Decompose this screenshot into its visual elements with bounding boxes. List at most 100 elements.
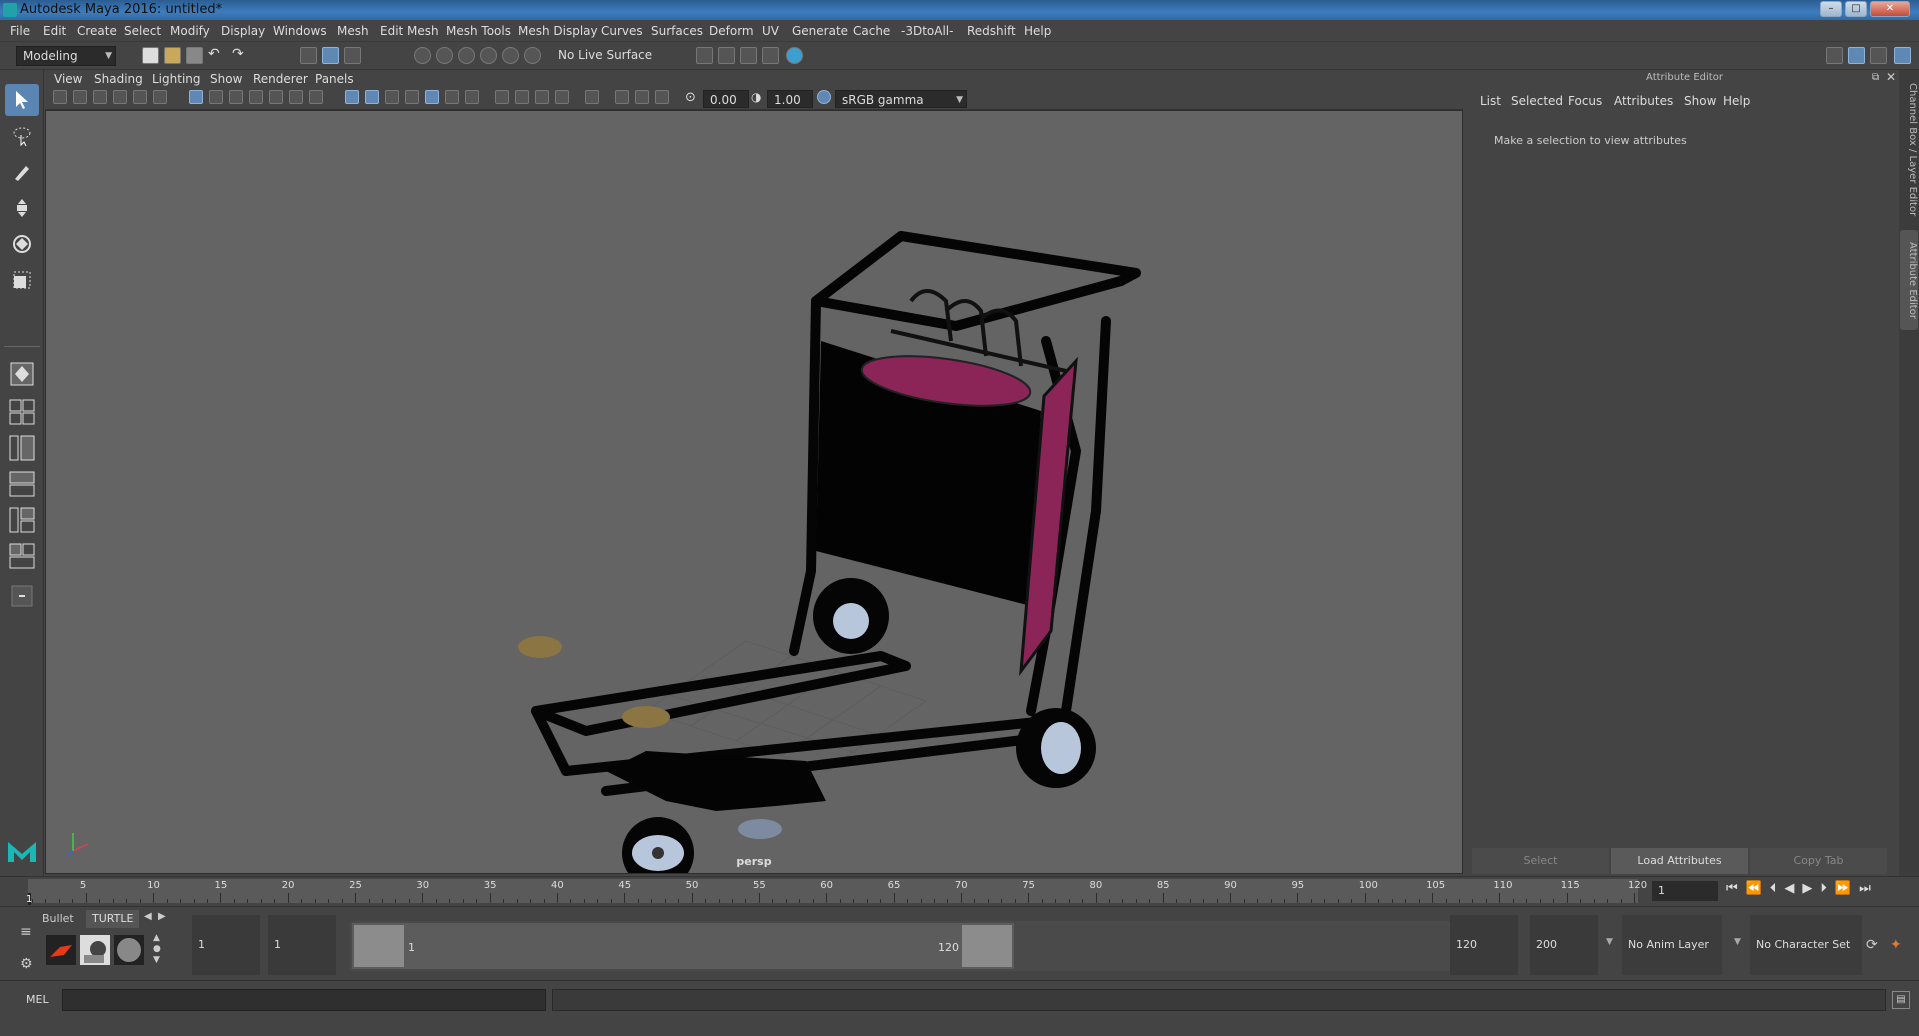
ae-menu-focus[interactable]: Focus (1568, 94, 1602, 108)
image-plane-icon[interactable] (113, 90, 127, 104)
bookmark-icon[interactable] (93, 90, 107, 104)
perspective-viewport[interactable]: persp (45, 110, 1463, 874)
render-setup-icon[interactable] (696, 47, 713, 64)
persp-graph-layout-icon[interactable] (5, 468, 39, 500)
menu-surfaces[interactable]: Surfaces (651, 24, 703, 38)
command-input[interactable] (62, 989, 546, 1011)
menu-modify[interactable]: Modify (170, 24, 210, 38)
node-editor-layout-icon[interactable] (5, 540, 39, 572)
select-object-icon[interactable] (322, 47, 339, 64)
multisample-aa-icon[interactable] (535, 90, 549, 104)
open-scene-icon[interactable] (164, 47, 181, 64)
close-button[interactable]: ✕ (1870, 1, 1910, 17)
use-all-lights-icon[interactable] (445, 90, 459, 104)
snap-curve-icon[interactable] (436, 47, 453, 64)
menu-edit-mesh[interactable]: Edit Mesh (380, 24, 439, 38)
float-panel-icon[interactable]: ⧉ (1872, 72, 1879, 83)
textured-icon[interactable] (425, 90, 439, 104)
step-back-key-icon[interactable]: ⏪ (1746, 881, 1770, 896)
custom-layout-icon[interactable] (5, 580, 39, 612)
safe-action-icon[interactable] (289, 90, 303, 104)
shelf-tab-bullet[interactable]: Bullet (36, 910, 80, 928)
select-tool-icon[interactable] (5, 84, 39, 116)
menu-uv[interactable]: UV (762, 24, 779, 38)
playback-end-field[interactable]: 120 (1450, 915, 1518, 975)
field-chart-icon[interactable] (269, 90, 283, 104)
lasso-tool-icon[interactable] (5, 120, 39, 152)
menu-help[interactable]: Help (1024, 24, 1051, 38)
animation-end-field[interactable]: 200 (1530, 915, 1598, 975)
gate-mask-icon[interactable] (249, 90, 263, 104)
new-scene-icon[interactable] (142, 47, 159, 64)
paint-select-tool-icon[interactable] (5, 156, 39, 188)
grease-pencil-icon[interactable] (153, 90, 167, 104)
render-view-icon[interactable] (718, 47, 735, 64)
depth-of-field-icon[interactable] (555, 90, 569, 104)
scale-tool-icon[interactable] (5, 264, 39, 296)
undo-icon[interactable]: ↶ (208, 46, 220, 62)
menu-mesh-display[interactable]: Mesh Display (518, 24, 598, 38)
copy-tab-button[interactable]: Copy Tab (1750, 848, 1887, 874)
live-surface-field[interactable]: No Live Surface (552, 46, 654, 66)
auto-key-icon[interactable]: ⟳ (1866, 937, 1878, 953)
ipr-render-icon[interactable] (740, 47, 757, 64)
hypershade-layout-icon[interactable] (5, 504, 39, 536)
wireframe-on-shaded-icon[interactable] (405, 90, 419, 104)
xray-components-icon[interactable] (655, 90, 669, 104)
camera-attributes-icon[interactable] (73, 90, 87, 104)
shelf-menu-icon[interactable]: ≡ (20, 924, 32, 940)
menu-edit[interactable]: Edit (43, 24, 66, 38)
channel-box-toggle-icon[interactable] (1894, 47, 1911, 64)
channel-box-tab[interactable]: Channel Box / Layer Editor (1900, 80, 1918, 220)
attribute-editor-tab[interactable]: Attribute Editor (1900, 230, 1918, 330)
select-component-icon[interactable] (344, 47, 361, 64)
playback-start-field[interactable]: 1 (268, 915, 336, 975)
color-management-icon[interactable] (817, 90, 831, 104)
panel-menu-view[interactable]: View (54, 72, 82, 86)
panel-menu-shading[interactable]: Shading (94, 72, 143, 86)
play-forward-icon[interactable]: ▶ (1802, 881, 1820, 896)
four-view-layout-icon[interactable] (5, 396, 39, 428)
shelf-scroll-left-icon[interactable]: ◀ (144, 911, 152, 922)
use-default-material-icon[interactable] (385, 90, 399, 104)
play-backward-icon[interactable]: ◀ (1784, 881, 1802, 896)
turtle-bake-icon[interactable] (80, 935, 110, 965)
maximize-button[interactable]: □ (1845, 1, 1867, 17)
safe-title-icon[interactable] (309, 90, 323, 104)
ae-menu-help[interactable]: Help (1723, 94, 1750, 108)
attribute-editor-toggle-icon[interactable] (1848, 47, 1865, 64)
menu-redshift[interactable]: Redshift (967, 24, 1016, 38)
smooth-shade-icon[interactable] (365, 90, 379, 104)
range-slider-bar[interactable] (352, 923, 1014, 969)
menu-set-dropdown[interactable]: Modeling ▼ (16, 46, 116, 66)
camera-select-icon[interactable] (53, 90, 67, 104)
select-button[interactable]: Select (1472, 848, 1609, 874)
end-time-dropdown-icon[interactable]: ▼ (1606, 937, 1613, 947)
snap-view-plane-icon[interactable] (480, 47, 497, 64)
menu-mesh-tools[interactable]: Mesh Tools (446, 24, 511, 38)
snap-vertex-icon[interactable] (524, 47, 541, 64)
minimize-button[interactable]: – (1820, 1, 1842, 17)
ae-menu-selected[interactable]: Selected (1511, 94, 1563, 108)
render-settings-icon[interactable] (762, 47, 779, 64)
character-set-field[interactable]: No Character Set (1750, 915, 1862, 975)
command-language-label[interactable]: MEL (26, 993, 49, 1006)
menu-select[interactable]: Select (124, 24, 161, 38)
go-to-start-icon[interactable]: ⏮ (1726, 881, 1746, 896)
single-perspective-layout-icon[interactable] (5, 358, 39, 390)
screen-space-ao-icon[interactable] (495, 90, 509, 104)
shelf-settings-icon[interactable]: ⚙ (20, 956, 33, 972)
animation-preferences-icon[interactable]: ✦ (1890, 937, 1902, 953)
ae-menu-list[interactable]: List (1480, 94, 1501, 108)
turtle-surface-icon[interactable] (114, 935, 144, 965)
panel-menu-renderer[interactable]: Renderer (253, 72, 308, 86)
two-d-pan-icon[interactable] (133, 90, 147, 104)
snap-grid-icon[interactable] (414, 47, 431, 64)
menu-curves[interactable]: Curves (601, 24, 643, 38)
menu-windows[interactable]: Windows (273, 24, 327, 38)
xray-icon[interactable] (615, 90, 629, 104)
wireframe-icon[interactable] (345, 90, 359, 104)
menu-generate[interactable]: Generate (792, 24, 848, 38)
ae-menu-show[interactable]: Show (1684, 94, 1716, 108)
menu-mesh[interactable]: Mesh (337, 24, 369, 38)
